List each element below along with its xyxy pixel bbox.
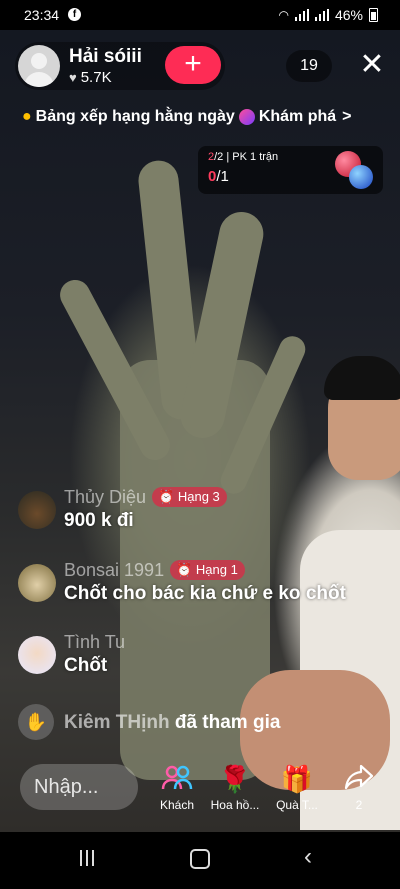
share-icon bbox=[330, 764, 388, 794]
host-name: Hải sóiii bbox=[69, 46, 142, 67]
pk-battle-widget[interactable]: 2/2 | PK 1 trận 0/1 bbox=[198, 146, 383, 194]
status-bar: 23:34 f ◠ 46% bbox=[0, 0, 400, 30]
comment-avatar[interactable] bbox=[18, 564, 56, 602]
explore-icon bbox=[238, 109, 255, 125]
join-message: đã tham gia bbox=[174, 712, 281, 733]
streamer-hair bbox=[324, 356, 400, 400]
gift-icon: 🎁 bbox=[280, 764, 314, 794]
signal-2-icon bbox=[314, 9, 329, 21]
signal-icon bbox=[294, 9, 309, 21]
pk-mode: | PK 1 trận bbox=[226, 151, 279, 163]
battery-icon bbox=[369, 8, 378, 22]
facebook-notification-icon: f bbox=[68, 8, 81, 21]
flame-icon: ● bbox=[22, 108, 32, 125]
ranking-text: Bảng xếp hạng hằng ngày bbox=[35, 108, 235, 125]
bottom-action-bar: Nhập... Khách 🌹 Hoa hồ... 🎁 Quà T... 2 bbox=[0, 760, 400, 820]
explore-label[interactable]: Khám phá bbox=[259, 108, 336, 126]
comment-username: Bonsai 1991 ⏰ Hạng 1 bbox=[64, 560, 245, 581]
pk-round: 2/2 | PK 1 trận bbox=[208, 151, 278, 163]
battery-percent: 46% bbox=[334, 7, 363, 23]
comment-username: Tình Tu bbox=[64, 632, 126, 652]
gift-label: Quà T... bbox=[276, 798, 318, 812]
host-avatar[interactable] bbox=[18, 45, 60, 87]
rose-icon: 🌹 bbox=[218, 764, 252, 794]
rank-badge: ⏰ Hạng 3 bbox=[152, 487, 227, 507]
chevron-right-icon: > bbox=[342, 108, 352, 125]
heart-icon: ♥ bbox=[69, 70, 77, 85]
viewer-count[interactable]: 19 bbox=[286, 50, 332, 82]
rose-label: Hoa hồ... bbox=[210, 798, 260, 812]
wifi-icon: ◠ bbox=[278, 8, 289, 22]
rank-badge: ⏰ Hạng 1 bbox=[170, 560, 245, 580]
comment-message: Chốt cho bác kia chứ e ko chốt bbox=[64, 583, 346, 604]
status-icons: ◠ 46% bbox=[278, 7, 378, 23]
home-icon[interactable] bbox=[190, 849, 210, 869]
ranking-banner[interactable]: ● Bảng xếp hạng hằng ngày Khám phá > bbox=[22, 104, 398, 130]
wave-hand-icon[interactable]: ✋ bbox=[18, 704, 54, 740]
comment-avatar[interactable] bbox=[18, 636, 56, 674]
comment-message: 900 k đi bbox=[64, 510, 134, 531]
pk-orbs-icon bbox=[335, 149, 379, 191]
comment-input[interactable]: Nhập... bbox=[20, 764, 138, 810]
comment-input-placeholder: Nhập... bbox=[34, 776, 99, 798]
pk-score-right: /1 bbox=[216, 168, 229, 185]
close-button[interactable]: ✕ bbox=[356, 50, 388, 82]
guests-icon bbox=[148, 764, 206, 794]
back-icon[interactable]: ‹ bbox=[304, 843, 312, 871]
host-likes: ♥ 5.7K bbox=[69, 69, 112, 86]
host-likes-count: 5.7K bbox=[80, 69, 112, 86]
system-nav-bar: ‹ bbox=[0, 832, 400, 889]
share-button[interactable]: 2 bbox=[330, 764, 388, 812]
guests-button[interactable]: Khách bbox=[148, 764, 206, 812]
status-time: 23:34 bbox=[24, 7, 60, 23]
comment-username: Thủy Diệu ⏰ Hạng 3 bbox=[64, 487, 227, 508]
pk-score: 0/1 bbox=[208, 168, 229, 185]
join-username[interactable]: Kiêm THịnh bbox=[64, 712, 170, 733]
follow-button[interactable]: + bbox=[165, 46, 221, 84]
gift-button[interactable]: 🎁 Quà T... bbox=[268, 764, 326, 812]
comment-message: Chốt bbox=[64, 655, 108, 676]
comment-avatar[interactable] bbox=[18, 491, 56, 529]
pk-round-total: /2 bbox=[214, 151, 224, 163]
rose-gift-button[interactable]: 🌹 Hoa hồ... bbox=[206, 764, 264, 812]
share-count: 2 bbox=[355, 798, 363, 812]
recents-icon[interactable] bbox=[80, 850, 94, 866]
join-text: Kiêm THịnh đã tham gia bbox=[64, 712, 280, 734]
guests-label: Khách bbox=[159, 798, 195, 812]
